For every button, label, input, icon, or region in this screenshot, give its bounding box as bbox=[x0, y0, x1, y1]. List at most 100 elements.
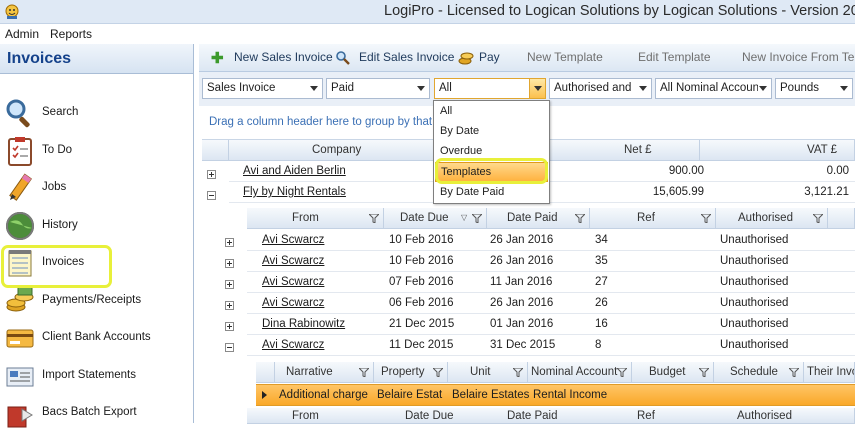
filter-icon[interactable] bbox=[369, 214, 379, 223]
from-link[interactable]: Avi Scwarcz bbox=[262, 234, 324, 246]
toolbar: ✚ New Sales Invoice Edit Sales Invoice P… bbox=[199, 44, 855, 72]
window-title: LogiPro - Licensed to Logican Solutions … bbox=[384, 3, 855, 19]
pay-button[interactable]: Pay bbox=[479, 50, 500, 64]
filter-icon[interactable] bbox=[513, 368, 523, 377]
expand-row-toggle[interactable] bbox=[225, 238, 234, 247]
invoice-type-value: Sales Invoice bbox=[207, 82, 276, 94]
table-row[interactable]: Avi Scwarcz 11 Dec 2015 31 Dec 2015 8 Un… bbox=[247, 335, 855, 356]
table-row[interactable]: Avi Scwarcz 10 Feb 2016 26 Jan 2016 34 U… bbox=[247, 230, 855, 251]
title-bar: LogiPro - Licensed to Logican Solutions … bbox=[0, 0, 855, 24]
table-row[interactable]: Avi Scwarcz 07 Feb 2016 11 Jan 2016 27 U… bbox=[247, 272, 855, 293]
from-link[interactable]: Avi Scwarcz bbox=[262, 297, 324, 309]
column-header-label: Date Due bbox=[405, 410, 454, 422]
column-header-narrative[interactable]: Narrative bbox=[275, 362, 374, 383]
chevron-down-icon[interactable] bbox=[635, 79, 651, 98]
column-header-nominal-account[interactable]: Nominal Account bbox=[528, 362, 632, 383]
column-header-unit[interactable]: Unit bbox=[448, 362, 528, 383]
from-link[interactable]: Avi Scwarcz bbox=[262, 255, 324, 267]
sidebar-item-client-bank-accounts[interactable]: Client Bank Accounts bbox=[0, 320, 194, 357]
filter-icon[interactable] bbox=[433, 368, 443, 377]
filter-icon[interactable] bbox=[575, 214, 585, 223]
expand-row-toggle[interactable] bbox=[225, 322, 234, 331]
date-filter-select[interactable]: All bbox=[434, 78, 546, 99]
column-header-schedule[interactable]: Schedule bbox=[714, 362, 804, 383]
magnifier-icon bbox=[6, 99, 30, 128]
sidebar-title: Invoices bbox=[0, 44, 193, 74]
edit-sales-invoice-button[interactable]: Edit Sales Invoice bbox=[359, 50, 454, 64]
new-template-button[interactable]: New Template bbox=[527, 50, 603, 64]
currency-select[interactable]: Pounds bbox=[775, 78, 853, 99]
filter-icon[interactable] bbox=[359, 368, 369, 377]
sidebar-item-history[interactable]: History bbox=[0, 208, 194, 245]
expand-row-toggle[interactable] bbox=[225, 259, 234, 268]
new-sales-invoice-button[interactable]: New Sales Invoice bbox=[234, 50, 333, 64]
sidebar-item-search[interactable]: Search bbox=[0, 95, 194, 132]
column-header-label: Authorised bbox=[738, 212, 793, 224]
sidebar: Invoices Search To Do Jobs History Invoi… bbox=[0, 44, 194, 428]
sidebar-item-jobs[interactable]: Jobs bbox=[0, 170, 194, 207]
dropdown-option-by-date[interactable]: By Date bbox=[435, 122, 548, 142]
row-indicator-header bbox=[256, 362, 275, 383]
sidebar-item-todo[interactable]: To Do bbox=[0, 133, 194, 170]
table-row[interactable]: Avi Scwarcz 10 Feb 2016 26 Jan 2016 35 U… bbox=[247, 251, 855, 272]
new-invoice-from-template-button[interactable]: New Invoice From Tem bbox=[742, 50, 855, 64]
filter-icon[interactable] bbox=[701, 214, 711, 223]
dropdown-option-by-date-paid[interactable]: By Date Paid bbox=[435, 183, 548, 203]
company-link[interactable]: Fly by Night Rentals bbox=[243, 186, 346, 198]
column-header-property[interactable]: Property bbox=[374, 362, 448, 383]
sidebar-item-bacs-batch-export[interactable]: Bacs Batch Export bbox=[0, 395, 194, 432]
dropdown-option-all[interactable]: All bbox=[435, 102, 548, 122]
chevron-down-icon[interactable] bbox=[529, 79, 545, 98]
company-link[interactable]: Avi and Aiden Berlin bbox=[243, 165, 346, 177]
authorised-value: Unauthorised bbox=[720, 255, 789, 267]
collapse-row-toggle[interactable] bbox=[207, 191, 216, 200]
column-header-ref[interactable]: Ref bbox=[590, 208, 716, 229]
invoice-type-select[interactable]: Sales Invoice bbox=[202, 78, 323, 99]
row-selector-icon bbox=[262, 391, 267, 399]
table-row[interactable]: Avi Scwarcz 06 Feb 2016 26 Jan 2016 26 U… bbox=[247, 293, 855, 314]
filter-icon[interactable] bbox=[699, 368, 709, 377]
sidebar-item-label: To Do bbox=[42, 144, 73, 156]
selected-line-item-row[interactable]: Additional charge Belaire Estat Belaire … bbox=[256, 384, 855, 406]
column-header-vat[interactable]: VAT £ bbox=[700, 140, 855, 161]
authorised-select[interactable]: Authorised and bbox=[549, 78, 652, 99]
from-link[interactable]: Dina Rabinowitz bbox=[262, 318, 345, 330]
filter-icon[interactable] bbox=[813, 214, 823, 223]
column-header-authorised[interactable]: Authorised bbox=[716, 208, 828, 229]
from-link[interactable]: Avi Scwarcz bbox=[262, 339, 324, 351]
filter-icon[interactable] bbox=[472, 214, 482, 223]
column-header-extra bbox=[828, 208, 855, 229]
column-header-label: Authorised bbox=[737, 410, 792, 422]
menu-reports[interactable]: Reports bbox=[50, 27, 92, 41]
column-header-budget[interactable]: Budget bbox=[632, 362, 714, 383]
chevron-down-icon[interactable] bbox=[836, 79, 852, 98]
status-select[interactable]: Paid bbox=[326, 78, 430, 99]
edit-template-button[interactable]: Edit Template bbox=[638, 50, 711, 64]
sidebar-item-label: Bacs Batch Export bbox=[42, 406, 137, 418]
sidebar-item-payments[interactable]: Payments/Receipts bbox=[0, 283, 194, 320]
column-header-label: Their Invo bbox=[807, 366, 855, 378]
expand-row-toggle[interactable] bbox=[207, 170, 216, 179]
sidebar-item-label: Search bbox=[42, 106, 79, 118]
column-header-from[interactable]: From bbox=[247, 208, 384, 229]
date-paid-value: 31 Dec 2015 bbox=[490, 339, 556, 351]
column-header-date-paid[interactable]: Date Paid bbox=[487, 208, 590, 229]
chevron-down-icon[interactable] bbox=[413, 79, 429, 98]
next-sub-header: From Date Due Date Paid Ref Authorised bbox=[247, 408, 855, 424]
expand-row-toggle[interactable] bbox=[225, 280, 234, 289]
sidebar-item-import-statements[interactable]: Import Statements bbox=[0, 358, 194, 395]
column-header-their-invoice[interactable]: Their Invo bbox=[804, 362, 855, 383]
menu-admin[interactable]: Admin bbox=[5, 27, 39, 41]
chevron-down-icon[interactable] bbox=[755, 79, 771, 98]
ref-value: 27 bbox=[595, 276, 608, 288]
nominal-account-select[interactable]: All Nominal Accoun bbox=[655, 78, 772, 99]
column-header-date-due[interactable]: Date Due ▽ bbox=[384, 208, 487, 229]
pencil-icon bbox=[9, 173, 33, 201]
table-row[interactable]: Dina Rabinowitz 21 Dec 2015 01 Jan 2016 … bbox=[247, 314, 855, 335]
chevron-down-icon[interactable] bbox=[306, 79, 322, 98]
filter-icon[interactable] bbox=[617, 368, 627, 377]
from-link[interactable]: Avi Scwarcz bbox=[262, 276, 324, 288]
filter-icon[interactable] bbox=[789, 368, 799, 377]
collapse-row-toggle[interactable] bbox=[225, 343, 234, 352]
expand-row-toggle[interactable] bbox=[225, 301, 234, 310]
